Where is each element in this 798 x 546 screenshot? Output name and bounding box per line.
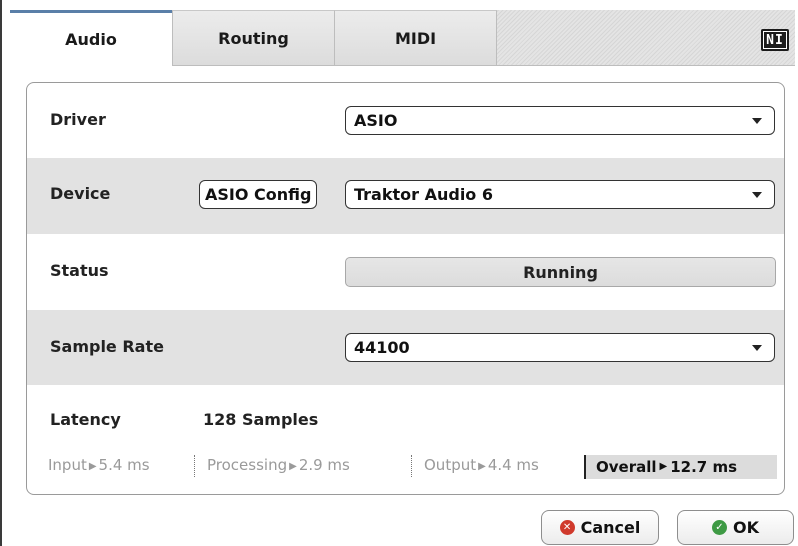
status-indicator: Running (345, 257, 776, 287)
tab-bar: Audio Routing MIDI NI (10, 10, 795, 66)
tab-audio[interactable]: Audio (10, 10, 172, 66)
tab-midi[interactable]: MIDI (334, 10, 497, 65)
latency-overall: Overall ▶ 12.7 ms (584, 455, 777, 479)
divider (411, 455, 412, 477)
ok-button[interactable]: ✓ OK (677, 510, 794, 545)
sample-rate-value: 44100 (354, 338, 410, 357)
latency-input: Input ▶ 5.4 ms (48, 456, 150, 474)
latency-processing-label: Processing (207, 456, 288, 474)
device-label: Device (50, 184, 111, 203)
status-label: Status (50, 261, 109, 280)
ni-logo-icon: NI (761, 29, 789, 51)
latency-row: Latency 128 Samples Input ▶ 5.4 ms Process… (27, 385, 784, 494)
play-arrow-icon: ▶ (478, 461, 486, 472)
latency-output-label: Output (424, 456, 477, 474)
check-circle-icon: ✓ (712, 520, 727, 535)
x-circle-icon: ✕ (559, 520, 575, 535)
driver-select[interactable]: ASIO (345, 106, 775, 135)
asio-config-button[interactable]: ASIO Config (199, 180, 318, 209)
sample-rate-label: Sample Rate (50, 337, 164, 356)
divider (194, 455, 195, 477)
latency-output: Output ▶ 4.4 ms (424, 456, 539, 474)
cancel-button[interactable]: ✕ Cancel (541, 510, 659, 545)
latency-processing-value: 2.9 ms (298, 456, 350, 474)
latency-label: Latency (50, 410, 121, 429)
latency-input-value: 5.4 ms (98, 456, 150, 474)
latency-output-value: 4.4 ms (487, 456, 539, 474)
chevron-down-icon (752, 345, 762, 351)
tab-routing[interactable]: Routing (172, 10, 335, 65)
ok-button-label: OK (733, 518, 759, 537)
driver-row: Driver ASIO (27, 83, 784, 158)
play-arrow-icon: ▶ (289, 461, 297, 472)
device-row: Device ASIO Config Traktor Audio 6 (27, 158, 784, 234)
driver-value: ASIO (354, 111, 398, 130)
chevron-down-icon (752, 118, 762, 124)
status-row: Status Running (27, 234, 784, 310)
play-arrow-icon: ▶ (659, 460, 668, 472)
chevron-down-icon (752, 192, 762, 198)
window-left-border (0, 0, 2, 546)
latency-overall-label: Overall (596, 458, 657, 476)
latency-input-label: Input (48, 456, 87, 474)
cancel-button-label: Cancel (580, 518, 641, 537)
sample-rate-row: Sample Rate 44100 (27, 310, 784, 385)
latency-samples: 128 Samples (203, 410, 319, 429)
audio-settings-panel: Driver ASIO Device ASIO Config Traktor A… (26, 82, 785, 495)
play-arrow-icon: ▶ (88, 461, 97, 472)
driver-label: Driver (50, 110, 106, 129)
sample-rate-select[interactable]: 44100 (345, 333, 775, 362)
latency-processing: Processing ▶ 2.9 ms (207, 456, 350, 474)
device-select[interactable]: Traktor Audio 6 (345, 180, 775, 209)
latency-overall-value: 12.7 ms (670, 458, 738, 476)
device-value: Traktor Audio 6 (354, 185, 493, 204)
